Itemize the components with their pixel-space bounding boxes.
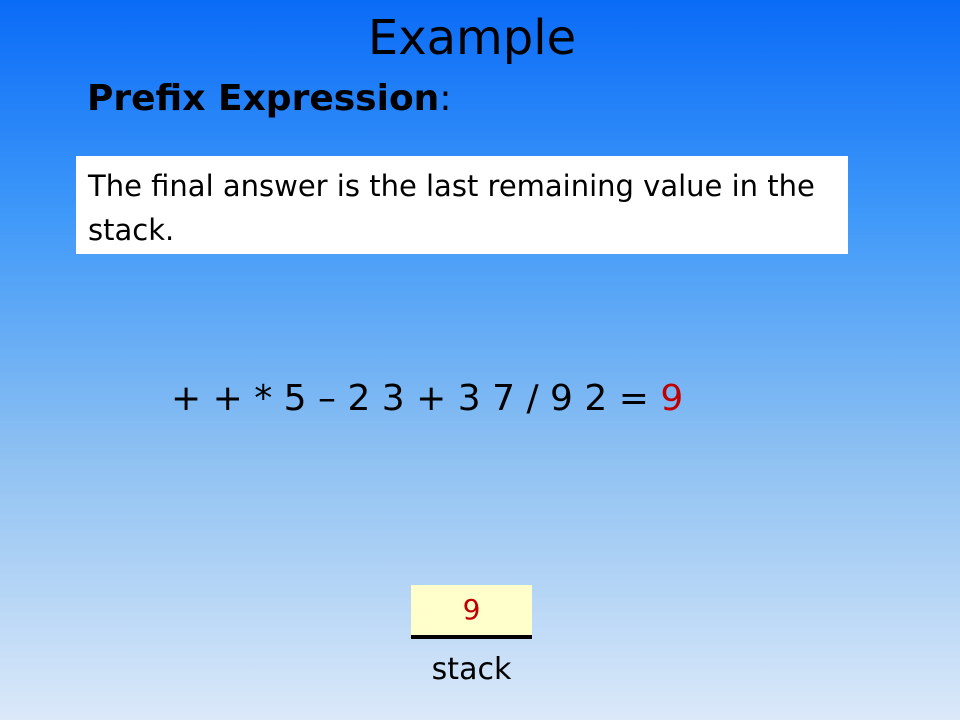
- prefix-expression: + + * 5 – 2 3 + 3 7 / 9 2 = 9: [171, 372, 683, 426]
- subtitle-bold: Prefix Expression: [87, 78, 440, 119]
- stack-label: stack: [431, 652, 512, 687]
- stack-cell: 9: [411, 585, 532, 639]
- slide-title: Example: [367, 10, 577, 66]
- subtitle: Prefix Expression:: [87, 75, 451, 123]
- expression-text: + + * 5 – 2 3 + 3 7 / 9 2 =: [171, 378, 661, 419]
- expression-result: 9: [660, 378, 684, 419]
- note-box: The final answer is the last remaining v…: [76, 156, 848, 254]
- subtitle-colon: :: [439, 78, 452, 119]
- note-text: The final answer is the last remaining v…: [88, 169, 815, 247]
